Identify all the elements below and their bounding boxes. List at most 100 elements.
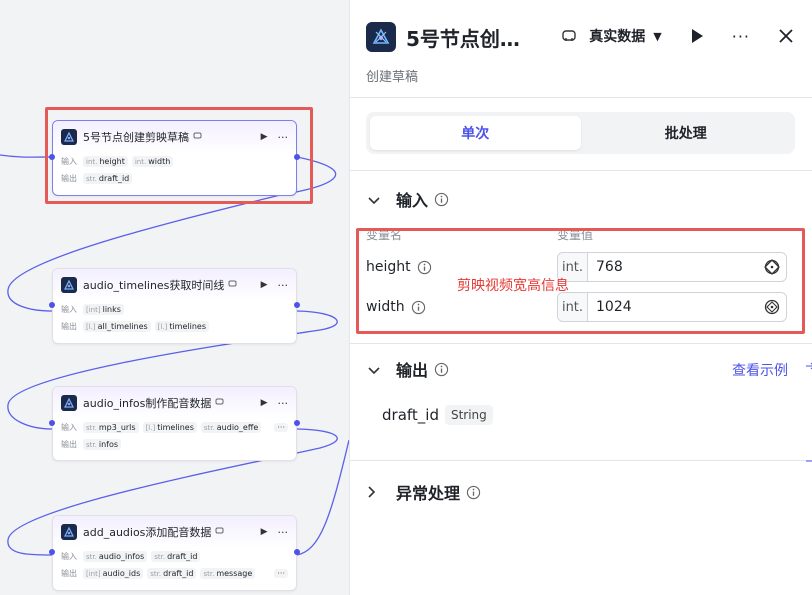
node-more-button[interactable]: ···: [278, 526, 289, 539]
input-port[interactable]: [49, 549, 55, 555]
param-tag: str. mp3_urls: [83, 422, 139, 433]
input-section-header[interactable]: 输入: [368, 187, 449, 211]
workflow-node[interactable]: audio_timelines获取时间线 ▶ ··· 输入 [int] links 输出 [l…: [52, 268, 297, 344]
param-type: [int]: [86, 569, 101, 578]
param-name: links: [102, 305, 121, 314]
info-icon[interactable]: [466, 485, 481, 500]
close-icon: [779, 29, 793, 43]
annotation-text: 剪映视频宽高信息: [457, 278, 569, 294]
data-mode-dropdown[interactable]: 真实数据 ▼: [589, 26, 661, 46]
param-tag: str. draft_id: [147, 568, 197, 579]
param-name: timelines: [157, 423, 194, 432]
run-button[interactable]: [690, 28, 704, 44]
param-name: message: [216, 569, 253, 578]
more-params-button[interactable]: ···: [274, 569, 288, 578]
view-example-link[interactable]: 查看示例: [732, 360, 788, 380]
input-port[interactable]: [49, 302, 55, 308]
param-type: [l.]: [86, 322, 96, 331]
node-input-row: 输入 str. mp3_urls [l.] timelines str. audio_eff…: [53, 419, 296, 436]
chevron-right-icon: [368, 483, 386, 502]
param-name: draft_id: [163, 569, 194, 578]
row-label: 输入: [61, 423, 77, 432]
input-section-title: 输入: [396, 191, 429, 210]
tab-single[interactable]: 单次: [370, 116, 581, 150]
play-icon: [691, 29, 703, 43]
param-name: audio_ids: [102, 569, 141, 578]
param-name: audio_infos: [98, 552, 145, 561]
param-type: str.: [154, 552, 166, 561]
output-section-header[interactable]: 输出: [368, 357, 449, 381]
data-source-icon[interactable]: [561, 28, 577, 44]
param-tag: str. draft_id: [151, 551, 201, 562]
param-type: str.: [86, 440, 97, 449]
param-name: timelines: [169, 322, 206, 331]
output-port[interactable]: [294, 549, 300, 555]
node-more-button[interactable]: ···: [278, 279, 289, 292]
node-app-icon: [61, 395, 77, 411]
close-button[interactable]: [778, 28, 794, 44]
node-header[interactable]: audio_timelines获取时间线 ▶ ···: [53, 269, 296, 301]
param-tag: [int] audio_ids: [83, 568, 144, 579]
node-header[interactable]: audio_infos制作配音数据 ▶ ···: [53, 387, 296, 419]
param-tag: str. audio_infos: [83, 551, 148, 562]
node-run-button[interactable]: ▶: [261, 398, 268, 408]
input-port[interactable]: [49, 420, 55, 426]
param-type: [l.]: [157, 322, 168, 331]
param-tag: [l.] timelines: [154, 321, 209, 332]
param-tag: str. audio_effe: [200, 422, 262, 433]
divider: [350, 460, 812, 461]
tab-batch[interactable]: 批处理: [581, 116, 792, 150]
output-type-badge: String: [444, 405, 493, 425]
output-port[interactable]: [294, 420, 300, 426]
more-params-button[interactable]: ···: [274, 423, 288, 432]
row-label: 输出: [61, 569, 77, 578]
workflow-node[interactable]: add_audios添加配音数据 ▶ ··· 输入 str. audio_infos str…: [52, 515, 297, 591]
node-run-button[interactable]: ▶: [261, 527, 268, 537]
caret-down-icon: ▼: [653, 29, 662, 43]
node-app-icon: [61, 277, 77, 293]
param-tag: [l.] all_timelines: [83, 321, 151, 332]
divider: [350, 170, 812, 171]
output-section-title: 输出: [396, 361, 429, 380]
node-more-button[interactable]: ···: [278, 397, 289, 410]
data-mode-label: 真实数据: [589, 29, 646, 45]
node-output-row: 输出 str. infos: [53, 436, 296, 453]
output-var-name: draft_id: [382, 406, 439, 424]
param-name: infos: [98, 440, 119, 449]
info-icon[interactable]: [434, 192, 449, 207]
node-run-button[interactable]: ▶: [261, 280, 268, 290]
error-section-header[interactable]: 异常处理: [368, 480, 481, 504]
node-type-icon: [228, 279, 237, 291]
row-label: 输入: [61, 305, 77, 314]
param-tag: str. infos: [83, 439, 122, 450]
row-label: 输出: [61, 440, 77, 449]
node-header[interactable]: add_audios添加配音数据 ▶ ···: [53, 516, 296, 548]
node-input-row: 输入 [int] links: [53, 301, 296, 318]
row-label: 输出: [61, 322, 77, 331]
node-title: add_audios添加配音数据: [83, 526, 212, 539]
node-app-icon: [61, 524, 77, 540]
more-button[interactable]: ···: [732, 27, 750, 46]
param-type: [l.]: [145, 423, 156, 432]
error-section-title: 异常处理: [396, 484, 461, 503]
row-label: 输入: [61, 552, 77, 561]
info-icon[interactable]: [434, 362, 449, 377]
param-name: audio_effe: [216, 423, 259, 432]
node-type-icon: [215, 526, 224, 538]
param-name: draft_id: [167, 552, 198, 561]
param-tag: [int] links: [83, 304, 124, 315]
node-title: audio_infos制作配音数据: [83, 397, 212, 410]
annotation-highlight-box: [356, 228, 805, 334]
param-type: str.: [203, 569, 215, 578]
param-type: str.: [86, 552, 97, 561]
output-var-row: draft_id String: [382, 405, 493, 425]
workflow-node[interactable]: audio_infos制作配音数据 ▶ ··· 输入 str. mp3_urls [l.] t…: [52, 386, 297, 461]
node-type-icon: [215, 397, 224, 409]
param-type: str.: [86, 423, 97, 432]
param-type: str.: [150, 569, 162, 578]
node-app-icon: [366, 22, 396, 52]
chevron-down-icon: [368, 190, 386, 209]
edge-arrow-icon: [806, 460, 812, 462]
divider: [350, 343, 812, 344]
output-port[interactable]: [294, 302, 300, 308]
